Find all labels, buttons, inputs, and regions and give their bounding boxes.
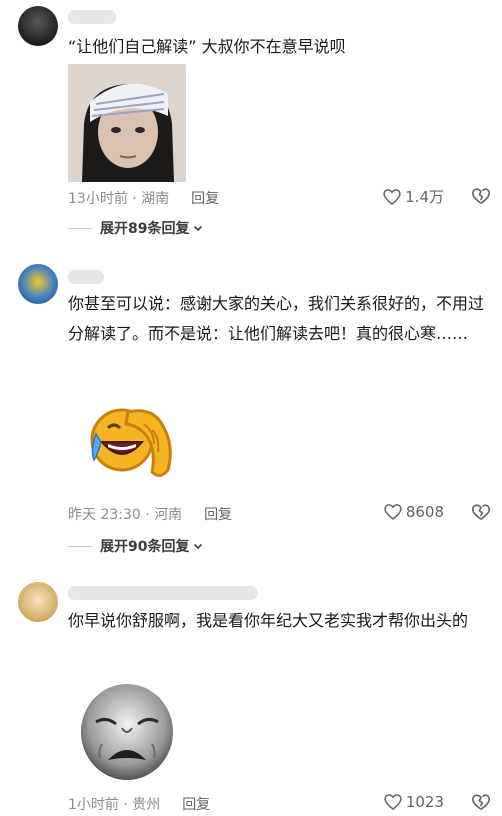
- avatar[interactable]: [18, 582, 58, 622]
- comment-meta: 1小时前 · 贵州 回复: [68, 794, 210, 814]
- username-blurred[interactable]: [68, 586, 258, 600]
- chevron-down-icon: [194, 543, 203, 550]
- divider-line: [68, 227, 92, 229]
- time-location: 13小时前 · 湖南: [68, 191, 170, 207]
- comment-item: 你早说你舒服啊，我是看你年纪大又老实我才帮你出头的 1小时前 · 贵州 回复 10…: [0, 574, 502, 814]
- comment-meta: 昨天 23:30 · 河南 回复: [68, 504, 232, 524]
- dislike-icon: [472, 504, 491, 520]
- like-count: 1023: [405, 793, 444, 811]
- comment-image[interactable]: [68, 64, 186, 182]
- dislike-button[interactable]: [470, 186, 492, 210]
- comment-text: 你早说你舒服啊，我是看你年纪大又老实我才帮你出头的: [68, 611, 469, 630]
- comment-text: 你甚至可以说：感谢大家的关心，我们关系很好的，不用过分解读了。而不是说：让他们解…: [68, 294, 485, 343]
- comment-item: “让他们自己解读” 大叔你不在意早说呗 13小时前 · 湖南 回复 1.4万 展开…: [0, 0, 502, 245]
- dislike-button[interactable]: [470, 502, 492, 526]
- like-button[interactable]: 1.4万: [382, 186, 444, 207]
- chevron-down-icon: [194, 225, 203, 232]
- time-location: 昨天 23:30 · 河南: [68, 507, 183, 523]
- divider-line: [68, 545, 92, 547]
- dislike-icon: [472, 188, 491, 204]
- avatar[interactable]: [18, 264, 58, 304]
- username-blurred[interactable]: [68, 270, 104, 284]
- like-count: 1.4万: [405, 188, 444, 206]
- time-location: 1小时前 · 贵州: [68, 797, 161, 813]
- comment-item: 你甚至可以说：感谢大家的关心，我们关系很好的，不用过分解读了。而不是说：让他们解…: [0, 258, 502, 558]
- dislike-button[interactable]: [470, 792, 492, 816]
- dislike-icon: [472, 794, 491, 810]
- avatar[interactable]: [18, 6, 58, 46]
- expand-replies-button[interactable]: 展开90条回复: [68, 536, 204, 556]
- expand-replies-label: 展开89条回复: [100, 221, 190, 237]
- comment-text: “让他们自己解读” 大叔你不在意早说呗: [68, 37, 346, 56]
- comment-meta: 13小时前 · 湖南 回复: [68, 188, 219, 208]
- like-count: 8608: [405, 503, 444, 521]
- expand-replies-label: 展开90条回复: [100, 539, 190, 555]
- reply-button[interactable]: 回复: [204, 507, 232, 523]
- like-button[interactable]: 1023: [383, 792, 444, 812]
- reply-button[interactable]: 回复: [191, 191, 219, 207]
- heart-outline-icon: [384, 504, 402, 521]
- expand-replies-button[interactable]: 展开89条回复: [68, 218, 204, 238]
- comment-image[interactable]: [68, 380, 186, 496]
- like-button[interactable]: 8608: [383, 502, 444, 522]
- heart-outline-icon: [383, 188, 401, 205]
- comment-image[interactable]: [68, 670, 186, 788]
- heart-outline-icon: [384, 794, 402, 811]
- reply-button[interactable]: 回复: [182, 797, 210, 813]
- username-blurred[interactable]: [68, 10, 116, 24]
